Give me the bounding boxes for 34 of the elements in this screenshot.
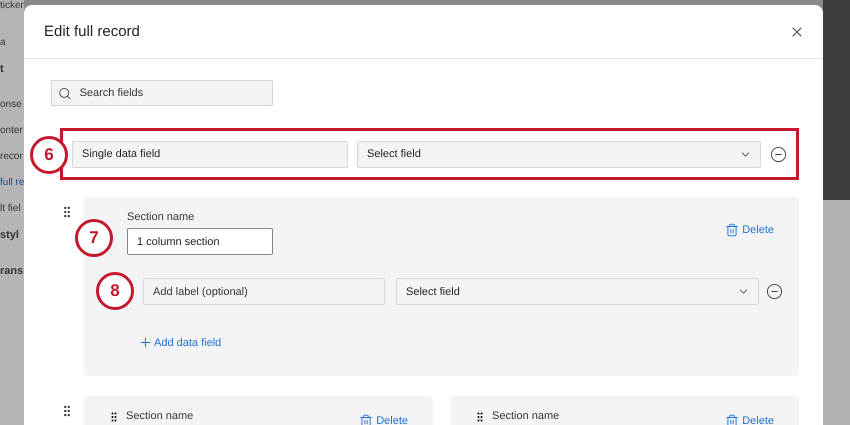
background-text: recor: [0, 150, 24, 164]
add-data-field-button[interactable]: Add data field: [138, 335, 222, 350]
dialog-title: Edit full record: [44, 23, 140, 40]
section-name-field[interactable]: 1 column section: [127, 228, 273, 255]
label-field[interactable]: Add label (optional): [143, 278, 385, 305]
search-field[interactable]: Search fields: [78, 86, 266, 100]
label-field[interactable]: Single data field: [72, 140, 348, 168]
delete-button[interactable]: Delete: [359, 414, 408, 425]
delete-button[interactable]: Delete: [725, 414, 774, 425]
field-select[interactable]: Select field: [357, 140, 761, 168]
section-name-label: Section name: [126, 410, 194, 422]
background-text: onter: [0, 124, 24, 138]
background-text: ticker: [0, 0, 24, 12]
background-text: a: [0, 36, 7, 50]
step-number: 6: [30, 136, 68, 174]
section-name-label: Section name: [492, 410, 560, 422]
background-text: lt fiel: [0, 202, 22, 216]
background-text: rans: [0, 264, 24, 279]
background-text: t: [0, 62, 5, 77]
search-icon: [58, 86, 72, 100]
trash-icon: [725, 414, 740, 425]
background-text: onse: [0, 98, 23, 112]
delete-button[interactable]: Delete: [725, 223, 774, 237]
plus-icon: [138, 335, 153, 350]
trash-icon: [359, 414, 374, 425]
search-box[interactable]: Search fields: [51, 80, 273, 106]
remove-button[interactable]: [766, 283, 783, 300]
trash-icon: [725, 223, 740, 237]
background-text: styl: [0, 228, 20, 243]
field-select[interactable]: Select field: [396, 278, 759, 305]
step-number: 8: [96, 272, 134, 310]
section-name-label: Section name: [127, 211, 196, 223]
step-number: 7: [75, 219, 113, 257]
remove-button[interactable]: [770, 146, 787, 162]
